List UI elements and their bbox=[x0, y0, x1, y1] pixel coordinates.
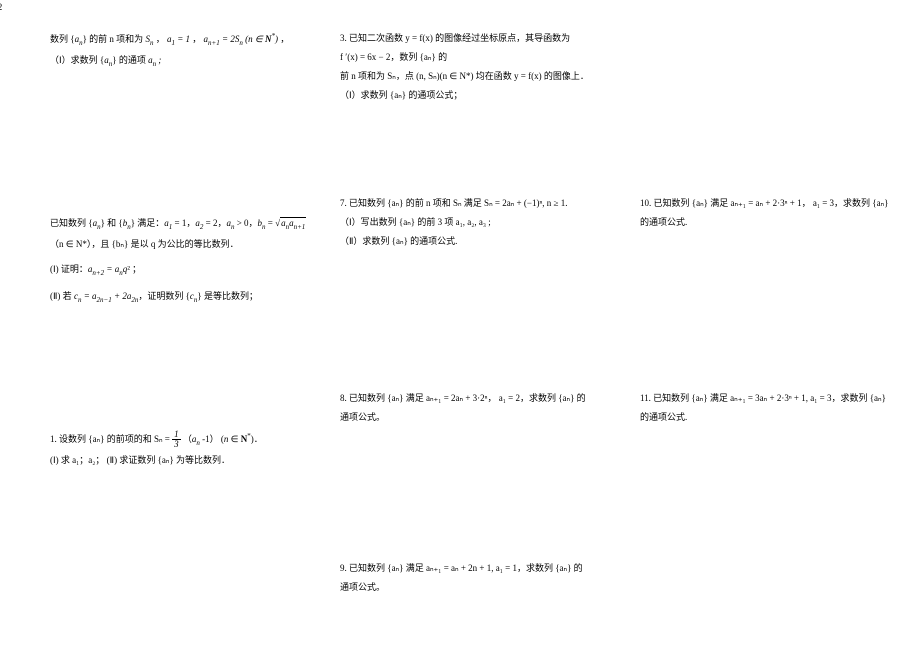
line: (Ⅰ) 求 a₁；a₂； (Ⅱ) 求证数列 {aₙ} 为等比数列． bbox=[50, 452, 330, 469]
text: 1. 设数列 {aₙ} 的前项的和 Sₙ = bbox=[50, 434, 172, 444]
line: f ′(x) = 6x − 2，数列 {aₙ} 的 bbox=[340, 49, 630, 66]
sqrt-expr: anan+1 bbox=[275, 215, 306, 234]
text: (Ⅱ) 若 cn = a2n−1 + 2a2n，证明数列 {cn} 是等比数列； bbox=[50, 291, 258, 301]
middle-column-p9: 9. 已知数列 {aₙ} 满足 aₙ₊₁ = aₙ + 2n + 1, a₁ =… bbox=[340, 560, 630, 608]
text: (Ⅰ) 求 a₁；a₂； (Ⅱ) 求证数列 {aₙ} 为等比数列． bbox=[50, 455, 230, 465]
text: (Ⅰ) 证明：an+2 = anq² ； bbox=[50, 264, 141, 274]
line: 通项公式。 bbox=[340, 409, 630, 426]
problem-10: 10. 已知数列 {aₙ} 满足 aₙ₊₁ = aₙ + 2·3ⁿ + 1， a… bbox=[640, 195, 910, 231]
text: 的前 n 项和为 bbox=[89, 34, 145, 44]
problem-8: 8. 已知数列 {aₙ} 满足 aₙ₊₁ = 2aₙ + 3·2ⁿ， a₁ = … bbox=[340, 390, 630, 426]
text: （an -1） (n ∈ N*)． bbox=[183, 434, 263, 444]
Sn: Sn bbox=[145, 34, 153, 44]
middle-column: 3. 已知二次函数 y = f(x) 的图像经过坐标原点，其导函数为 f ′(x… bbox=[340, 30, 630, 116]
left-column-bot: 1. 设数列 {aₙ} 的前项的和 Sₙ = 1 3 （an -1） (n ∈ … bbox=[50, 430, 330, 481]
problem-11: 11. 已知数列 {aₙ} 满足 aₙ₊₁ = 3aₙ + 2·3ⁿ + 1, … bbox=[640, 390, 910, 426]
text: ， bbox=[192, 34, 201, 44]
an: an ; bbox=[148, 55, 161, 65]
text: （Ⅰ）求数列 bbox=[50, 55, 100, 65]
text: 已知数列 {an} 和 {bn} 满足：a1 = 1，a2 = 2，an > 0… bbox=[50, 218, 275, 228]
line: （n ∈ N*），且 {bₙ} 是以 q 为公比的等比数列． bbox=[50, 236, 330, 253]
line: (Ⅱ) 若 cn = a2n−1 + 2a2n，证明数列 {cn} 是等比数列； bbox=[50, 288, 330, 307]
seq-an: {an} bbox=[100, 55, 117, 65]
line: 9. 已知数列 {aₙ} 满足 aₙ₊₁ = aₙ + 2n + 1, a₁ =… bbox=[340, 560, 630, 577]
line: 数列 {an} 的前 n 项和为 Sn ， a1 = 1 ， an+1 = 2S… bbox=[50, 30, 330, 50]
problem-top-left: 数列 {an} 的前 n 项和为 Sn ， a1 = 1 ， an+1 = 2S… bbox=[50, 30, 330, 71]
left-column-mid: 已知数列 {an} 和 {bn} 满足：a1 = 1，a2 = 2，an > 0… bbox=[50, 215, 330, 319]
denominator: 3 bbox=[172, 440, 181, 449]
line: 通项公式。 bbox=[340, 579, 630, 596]
seq-an: {an} bbox=[70, 34, 87, 44]
problem-3: 3. 已知二次函数 y = f(x) 的图像经过坐标原点，其导函数为 f ′(x… bbox=[340, 30, 630, 104]
line: （Ⅰ）求数列 {aₙ} 的通项公式； bbox=[340, 87, 630, 104]
line: 11. 已知数列 {aₙ} 满足 aₙ₊₁ = 3aₙ + 2·3ⁿ + 1, … bbox=[640, 390, 910, 407]
middle-column-p7: 7. 已知数列 {aₙ} 的前 n 项和 Sₙ 满足 Sₙ = 2aₙ + (−… bbox=[340, 195, 630, 262]
text: 数列 bbox=[50, 34, 70, 44]
problem-bn: 已知数列 {an} 和 {bn} 满足：a1 = 1，a2 = 2，an > 0… bbox=[50, 215, 330, 307]
line: 8. 已知数列 {aₙ} 满足 aₙ₊₁ = 2aₙ + 3·2ⁿ， a₁ = … bbox=[340, 390, 630, 407]
line: （Ⅰ）求数列 {an} 的通项 an ; bbox=[50, 52, 330, 71]
line: 前 n 项和为 Sₙ，点 (n, Sₙ)(n ∈ N*) 均在函数 y = f(… bbox=[340, 68, 630, 85]
line: 10. 已知数列 {aₙ} 满足 aₙ₊₁ = aₙ + 2·3ⁿ + 1， a… bbox=[640, 195, 910, 212]
rec: an+1 = 2Sn (n ∈ N*) bbox=[204, 34, 278, 44]
text: （n ∈ N*），且 {bₙ} 是以 q 为公比的等比数列． bbox=[50, 239, 239, 249]
line: （Ⅱ）求数列 {aₙ} 的通项公式. bbox=[340, 233, 630, 250]
line: 7. 已知数列 {aₙ} 的前 n 项和 Sₙ 满足 Sₙ = 2aₙ + (−… bbox=[340, 195, 630, 212]
line: 1. 设数列 {aₙ} 的前项的和 Sₙ = 1 3 （an -1） (n ∈ … bbox=[50, 430, 330, 450]
right-column-p10: 10. 已知数列 {aₙ} 满足 aₙ₊₁ = aₙ + 2·3ⁿ + 1， a… bbox=[640, 195, 910, 243]
text: ， bbox=[280, 34, 289, 44]
left-column: 数列 {an} 的前 n 项和为 Sn ， a1 = 1 ， an+1 = 2S… bbox=[50, 30, 330, 83]
line: (Ⅰ) 证明：an+2 = anq² ； bbox=[50, 261, 330, 280]
middle-column-p8: 8. 已知数列 {aₙ} 满足 aₙ₊₁ = 2aₙ + 3·2ⁿ， a₁ = … bbox=[340, 390, 630, 438]
line: 的通项公式. bbox=[640, 409, 910, 426]
right-column-p11: 11. 已知数列 {aₙ} 满足 aₙ₊₁ = 3aₙ + 2·3ⁿ + 1, … bbox=[640, 390, 910, 438]
page-number: 2 bbox=[0, 2, 2, 12]
line: （Ⅰ）写出数列 {aₙ} 的前 3 项 a₁, a₂, a₃ ; bbox=[340, 214, 630, 231]
problem-9: 9. 已知数列 {aₙ} 满足 aₙ₊₁ = aₙ + 2n + 1, a₁ =… bbox=[340, 560, 630, 596]
problem-7: 7. 已知数列 {aₙ} 的前 n 项和 Sₙ 满足 Sₙ = 2aₙ + (−… bbox=[340, 195, 630, 250]
text: ， bbox=[156, 34, 165, 44]
line: 已知数列 {an} 和 {bn} 满足：a1 = 1，a2 = 2，an > 0… bbox=[50, 215, 330, 234]
line: 3. 已知二次函数 y = f(x) 的图像经过坐标原点，其导函数为 bbox=[340, 30, 630, 47]
a1: a1 = 1 bbox=[167, 34, 190, 44]
problem-1: 1. 设数列 {aₙ} 的前项的和 Sₙ = 1 3 （an -1） (n ∈ … bbox=[50, 430, 330, 469]
text: 的通项 bbox=[119, 55, 148, 65]
fraction-one-third: 1 3 bbox=[172, 430, 181, 449]
line: 的通项公式. bbox=[640, 214, 910, 231]
